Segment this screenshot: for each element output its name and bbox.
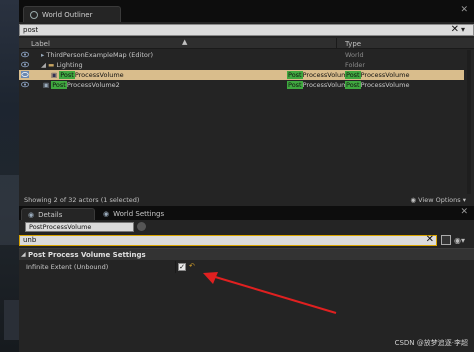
eye-icon[interactable] — [21, 61, 29, 68]
details-search-input[interactable]: unb ✕ — [19, 234, 437, 246]
expand-arrow-icon[interactable]: ◢ — [41, 61, 46, 69]
search-match: Post — [345, 81, 361, 89]
tab-world-settings[interactable]: ◉ World Settings — [97, 208, 170, 220]
category-title: Post Process Volume Settings — [28, 251, 146, 259]
row-type: Folder — [345, 61, 366, 69]
viewport-strip — [0, 0, 19, 352]
tab-label: World Settings — [113, 210, 165, 218]
outliner-status-bar: Showing 2 of 32 actors (1 selected) ◉ Vi… — [19, 194, 474, 206]
row-type: World — [345, 51, 364, 59]
search-match: Post — [51, 81, 67, 89]
actor-icon: ▣ — [51, 71, 58, 79]
search-match: Post — [345, 71, 361, 79]
object-name-field[interactable]: PostProcessVolume — [25, 222, 134, 232]
outliner-row[interactable]: ▣ PostProcessVolume2 PostProcessVolume P… — [19, 80, 464, 90]
details-icon: ◉ — [28, 210, 35, 219]
actor-count: Showing 2 of 32 actors (1 selected) — [24, 196, 140, 204]
globe-icon: ◉ — [103, 210, 110, 218]
outliner-row-world[interactable]: ▸ ThirdPersonExampleMap (Editor) World — [19, 50, 464, 60]
property-matrix-icon[interactable] — [441, 235, 451, 245]
view-options-button[interactable]: ◉ View Options ▾ — [410, 196, 466, 204]
map-icon: ▸ — [41, 51, 45, 59]
close-icon[interactable]: ✕ — [460, 5, 468, 15]
search-match: Post — [59, 71, 75, 79]
close-icon[interactable]: ✕ — [460, 207, 468, 217]
object-name-text: PostProcessVolume — [29, 223, 92, 231]
world-outliner-panel: post ✕ ▾ Label ▲ Type ▸ ThirdPersonExamp… — [19, 22, 474, 206]
search-text: post — [23, 26, 39, 34]
reset-to-default-icon[interactable]: ↶ — [189, 262, 195, 270]
row-type: ProcessVolume — [360, 81, 410, 89]
eye-icon[interactable] — [21, 51, 29, 58]
row-name: ThirdPersonExampleMap (Editor) — [46, 51, 154, 59]
column-divider[interactable] — [336, 38, 337, 49]
folder-icon: ▬ — [48, 61, 55, 69]
column-header: Label ▲ Type — [19, 38, 474, 49]
property-label: Infinite Extent (Unbound) — [26, 263, 109, 271]
tab-label: World Outliner — [42, 10, 93, 19]
search-match: Post — [287, 71, 303, 79]
search-text: unb — [23, 236, 37, 244]
tab-details[interactable]: ◉ Details — [21, 208, 95, 220]
eye-icon: ◉ — [410, 196, 417, 204]
row-name: ProcessVolume2 — [66, 81, 120, 89]
details-tab-bar: ◉ Details ◉ World Settings ✕ — [19, 206, 474, 220]
globe-icon — [30, 10, 38, 19]
category-header[interactable]: ◢ Post Process Volume Settings — [19, 248, 474, 260]
collapse-arrow-icon[interactable]: ◢ — [21, 251, 26, 258]
property-row: Infinite Extent (Unbound) ✓ ↶ — [19, 261, 474, 273]
clear-search-icon[interactable]: ✕ — [451, 24, 459, 35]
unbound-checkbox[interactable]: ✓ — [178, 263, 186, 271]
eye-icon[interactable] — [21, 71, 29, 78]
clear-search-icon[interactable]: ✕ — [426, 234, 434, 245]
outliner-search-input[interactable]: post ✕ ▾ — [19, 24, 474, 36]
details-panel: PostProcessVolume unb ✕ ◉▾ ◢ Post Proces… — [19, 220, 474, 352]
property-divider[interactable] — [175, 261, 176, 273]
row-name: ProcessVolume — [74, 71, 124, 79]
outliner-tab-bar: World Outliner ✕ — [19, 0, 474, 22]
eye-icon[interactable] — [21, 81, 29, 88]
tab-world-outliner[interactable]: World Outliner — [23, 6, 121, 22]
outliner-row-selected[interactable]: ▣ PostProcessVolume PostProcessVolume Po… — [19, 70, 464, 80]
view-options-label: View Options ▾ — [418, 196, 466, 204]
search-match: Post — [287, 81, 303, 89]
row-type: ProcessVolume — [360, 71, 410, 79]
filter-icon[interactable]: ▾ — [461, 25, 471, 35]
actor-icon: ▣ — [43, 81, 50, 89]
outliner-row-folder[interactable]: ◢ ▬ Lighting Folder — [19, 60, 464, 70]
scrollbar[interactable] — [467, 50, 471, 200]
tab-label: Details — [38, 210, 63, 219]
watermark: CSDN @放梦追逐·李超 — [394, 339, 468, 347]
eye-icon[interactable]: ◉▾ — [454, 236, 465, 245]
row-name: Lighting — [56, 61, 83, 69]
column-type[interactable]: Type — [345, 40, 361, 48]
lock-icon[interactable] — [137, 222, 146, 231]
scene-object — [4, 300, 19, 340]
sort-ascending-icon: ▲ — [182, 38, 188, 46]
column-label[interactable]: Label — [31, 40, 50, 48]
scene-object — [0, 175, 19, 245]
